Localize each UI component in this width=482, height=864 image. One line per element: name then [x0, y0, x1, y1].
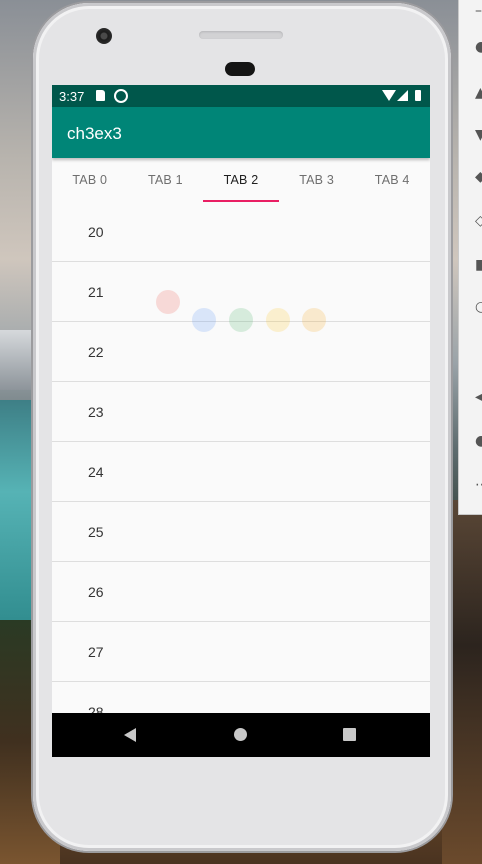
list-item[interactable]: 25 — [52, 502, 430, 562]
sd-card-icon — [96, 90, 105, 101]
list-item[interactable]: 27 — [52, 622, 430, 682]
list-item-text: 22 — [88, 344, 104, 360]
navigation-bar — [52, 713, 430, 757]
more-icon[interactable]: ⋯ — [475, 478, 482, 492]
proximity-sensor — [225, 62, 255, 76]
list-item-text: 26 — [88, 584, 104, 600]
earpiece-speaker — [199, 31, 283, 39]
app-title: ch3ex3 — [67, 124, 122, 143]
status-bar: 3:37 — [52, 85, 430, 107]
tab-2[interactable]: TAB 2 — [203, 158, 279, 202]
signal-icon — [397, 90, 408, 101]
sync-icon — [114, 89, 128, 103]
home-side-icon[interactable]: ● — [475, 434, 482, 448]
number-list[interactable]: 20 21 22 23 24 25 26 27 28 — [52, 202, 430, 713]
list-item[interactable]: 28 — [52, 682, 430, 713]
list-item-text: 21 — [88, 284, 104, 300]
list-item-text: 28 — [88, 704, 104, 713]
emulator-side-panel: – ● ▲ ▼ ◆ ◇ ■ ○ ◀ ● ⋯ — [458, 0, 482, 515]
list-item-text: 27 — [88, 644, 104, 660]
list-item[interactable]: 20 — [52, 202, 430, 262]
tab-bar: TAB 0 TAB 1 TAB 2 TAB 3 TAB 4 — [52, 158, 430, 202]
list-item[interactable]: 26 — [52, 562, 430, 622]
wifi-icon — [382, 90, 396, 101]
list-item[interactable]: 21 — [52, 262, 430, 322]
rotate-right-icon[interactable]: ◇ — [475, 214, 482, 228]
list-item[interactable]: 24 — [52, 442, 430, 502]
volume-down-icon[interactable]: ▼ — [475, 128, 482, 142]
back-icon[interactable] — [124, 728, 136, 742]
recents-icon[interactable] — [343, 728, 356, 741]
list-item[interactable]: 22 — [52, 322, 430, 382]
list-item-text: 25 — [88, 524, 104, 540]
tab-1[interactable]: TAB 1 — [128, 158, 204, 202]
back-side-icon[interactable]: ◀ — [475, 390, 482, 404]
rotate-left-icon[interactable]: ◆ — [475, 170, 482, 184]
home-icon[interactable] — [234, 728, 247, 741]
status-time: 3:37 — [59, 89, 85, 104]
battery-icon — [415, 90, 421, 101]
zoom-icon[interactable]: ○ — [475, 300, 482, 314]
tab-0[interactable]: TAB 0 — [52, 158, 128, 202]
minimize-icon[interactable]: – — [475, 4, 482, 18]
list-item-text: 20 — [88, 224, 104, 240]
tab-3[interactable]: TAB 3 — [279, 158, 355, 202]
screenshot-icon[interactable]: ■ — [475, 258, 482, 272]
list-item[interactable]: 23 — [52, 382, 430, 442]
device-screen: 3:37 ch3ex3 TAB 0 TAB 1 TAB 2 TAB 3 TAB … — [52, 85, 430, 757]
app-bar: ch3ex3 — [52, 107, 430, 158]
list-item-text: 23 — [88, 404, 104, 420]
volume-up-icon[interactable]: ▲ — [475, 86, 482, 100]
power-icon[interactable]: ● — [475, 40, 482, 54]
list-item-text: 24 — [88, 464, 104, 480]
tab-4[interactable]: TAB 4 — [354, 158, 430, 202]
front-camera-icon — [96, 28, 112, 44]
